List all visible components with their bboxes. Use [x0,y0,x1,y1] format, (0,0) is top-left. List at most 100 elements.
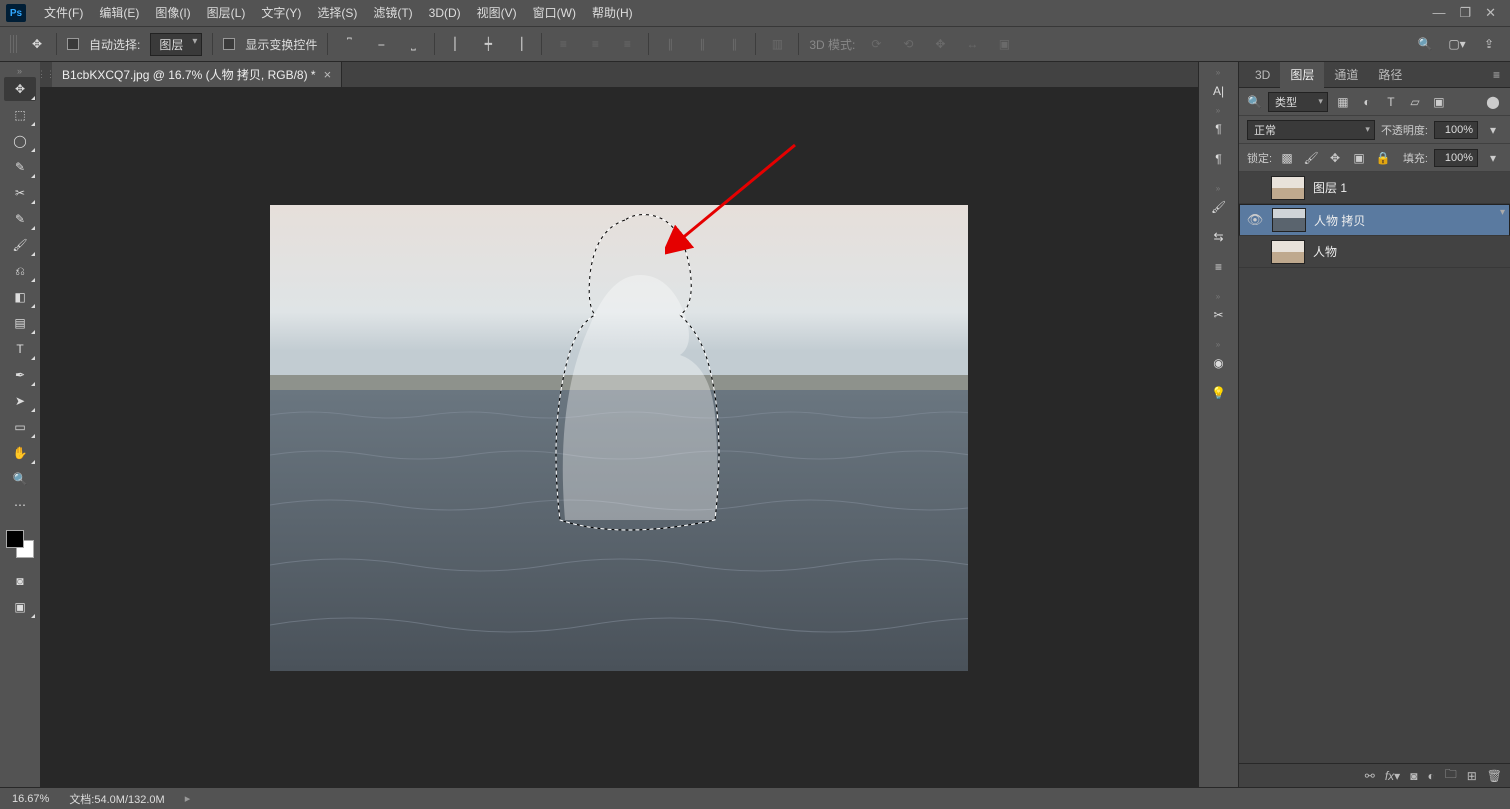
workspace-icon[interactable]: ▢▾ [1446,33,1468,55]
edit-toolbar[interactable]: ⋯ [4,493,36,517]
lock-transparency-icon[interactable]: ▩ [1278,149,1296,167]
filter-type-icon[interactable]: T [1382,93,1400,111]
lock-all-icon[interactable]: 🔒 [1374,149,1392,167]
lasso-tool[interactable]: ◯ [4,129,36,153]
gradient-tool[interactable]: ▤ [4,311,36,335]
layer-name[interactable]: 人物 拷贝 [1314,212,1365,229]
layer-thumb[interactable] [1271,176,1305,200]
show-transform-checkbox[interactable] [223,38,235,50]
clone-stamp-tool[interactable]: ⎌ [4,259,36,283]
window-maximize-icon[interactable]: ❐ [1459,5,1471,21]
filter-shape-icon[interactable]: ▱ [1406,93,1424,111]
filter-adjust-icon[interactable]: ◐ [1358,93,1376,111]
filter-search-icon[interactable]: 🔍 [1247,95,1262,109]
filter-smart-icon[interactable]: ▣ [1430,93,1448,111]
quick-select-tool[interactable]: ✎ [4,155,36,179]
auto-select-checkbox[interactable] [67,38,79,50]
brush-tool[interactable]: 🖌 [4,233,36,257]
layer-name[interactable]: 图层 1 [1313,179,1347,196]
clone-source-panel-icon[interactable]: ≡ [1203,252,1235,282]
eraser-tool[interactable]: ◧ [4,285,36,309]
align-right-icon[interactable]: ⎥ [509,33,531,55]
drag-handle-icon[interactable] [10,35,18,53]
layer-row[interactable]: 👁 人物 拷贝 [1239,204,1510,236]
auto-select-dropdown[interactable]: 图层 [150,33,202,56]
menu-0[interactable]: 文件(F) [36,0,91,26]
menu-3[interactable]: 图层(L) [199,0,254,26]
status-more-icon[interactable]: ▸ [185,792,191,805]
foreground-color-swatch[interactable] [6,530,24,548]
fill-input[interactable]: 100% [1434,149,1478,167]
glyphs-panel-icon[interactable]: ¶ [1203,144,1235,174]
menu-9[interactable]: 窗口(W) [525,0,584,26]
menu-4[interactable]: 文字(Y) [253,0,309,26]
visibility-eye-icon[interactable]: 👁 [1246,212,1264,228]
dock-drag-icon[interactable]: » [1209,68,1229,76]
close-tab-icon[interactable]: × [324,67,332,82]
menu-7[interactable]: 3D(D) [421,0,469,26]
crop-tool[interactable]: ✂ [4,181,36,205]
align-left-icon[interactable]: ⎢ [445,33,467,55]
layer-fx-icon[interactable]: fx▾ [1385,769,1400,783]
menu-5[interactable]: 选择(S) [309,0,365,26]
shape-tool[interactable]: ▭ [4,415,36,439]
eyedropper-tool[interactable]: ✎ [4,207,36,231]
align-hcenter-icon[interactable]: ┿ [477,33,499,55]
canvas-area[interactable] [40,88,1198,787]
add-adjustment-icon[interactable]: ◐ [1427,769,1434,783]
libraries-panel-icon[interactable]: ◉ [1203,348,1235,378]
quick-mask-tool[interactable]: ◙ [4,569,36,593]
layer-thumb[interactable] [1271,240,1305,264]
menu-2[interactable]: 图像(I) [147,0,198,26]
layer-row[interactable]: 人物 [1239,236,1510,268]
blend-mode-dropdown[interactable]: 正常 [1247,120,1375,140]
delete-layer-icon[interactable]: 🗑 [1487,769,1502,783]
add-mask-icon[interactable]: ◙ [1410,769,1417,783]
learn-panel-icon[interactable]: 💡 [1203,378,1235,408]
brush-settings-panel-icon[interactable]: ⇆ [1203,222,1235,252]
toolbox-drag-icon[interactable]: » [5,66,35,76]
dock-drag-icon[interactable]: » [1209,106,1229,114]
search-icon[interactable]: 🔍 [1414,33,1436,55]
tab-paths[interactable]: 路径 [1368,62,1412,88]
move-tool[interactable]: ✥ [4,77,36,101]
lock-pixels-icon[interactable]: 🖌 [1302,149,1320,167]
menu-10[interactable]: 帮助(H) [584,0,641,26]
brush-panel-icon[interactable]: 🖌 [1203,192,1235,222]
actions-panel-icon[interactable]: ✂ [1203,300,1235,330]
marquee-tool[interactable]: ⬚ [4,103,36,127]
window-close-icon[interactable]: ✕ [1485,5,1496,21]
opacity-dropdown-icon[interactable]: ▾ [1484,121,1502,139]
tab-channels[interactable]: 通道 [1324,62,1368,88]
menu-8[interactable]: 视图(V) [469,0,525,26]
new-group-icon[interactable]: 🗀 [1445,765,1457,786]
menu-1[interactable]: 编辑(E) [91,0,147,26]
color-swatches[interactable] [6,530,34,558]
doc-info[interactable]: 文档:54.0M/132.0M [69,791,164,807]
tabbar-drag-icon[interactable]: ⋮⋮ [40,62,52,87]
layer-name[interactable]: 人物 [1313,243,1337,260]
dock-drag-icon[interactable]: » [1209,184,1229,192]
filter-toggle-icon[interactable]: ⬤ [1484,93,1502,111]
share-icon[interactable]: ⇪ [1478,33,1500,55]
document-tab[interactable]: B1cbKXCQ7.jpg @ 16.7% (人物 拷贝, RGB/8) * × [52,62,342,87]
lock-position-icon[interactable]: ✥ [1326,149,1344,167]
path-select-tool[interactable]: ➤ [4,389,36,413]
tab-3d[interactable]: 3D [1245,62,1280,88]
align-bottom-icon[interactable]: ⎵ [402,33,424,55]
hand-tool[interactable]: ✋ [4,441,36,465]
zoom-tool[interactable]: 🔍 [4,467,36,491]
paragraph-panel-icon[interactable]: ¶ [1203,114,1235,144]
fill-dropdown-icon[interactable]: ▾ [1484,149,1502,167]
align-vcenter-icon[interactable]: ⎯ [370,33,392,55]
filter-pixel-icon[interactable]: ▦ [1334,93,1352,111]
layer-filter-dropdown[interactable]: 类型 [1268,92,1328,112]
dock-drag-icon[interactable]: » [1209,340,1229,348]
lock-artboard-icon[interactable]: ▣ [1350,149,1368,167]
zoom-level[interactable]: 16.67% [12,793,49,805]
dock-drag-icon[interactable]: » [1209,292,1229,300]
pen-tool[interactable]: ✒ [4,363,36,387]
align-top-icon[interactable]: ⎴ [338,33,360,55]
screen-mode-tool[interactable]: ▣ [4,595,36,619]
type-tool[interactable]: T [4,337,36,361]
